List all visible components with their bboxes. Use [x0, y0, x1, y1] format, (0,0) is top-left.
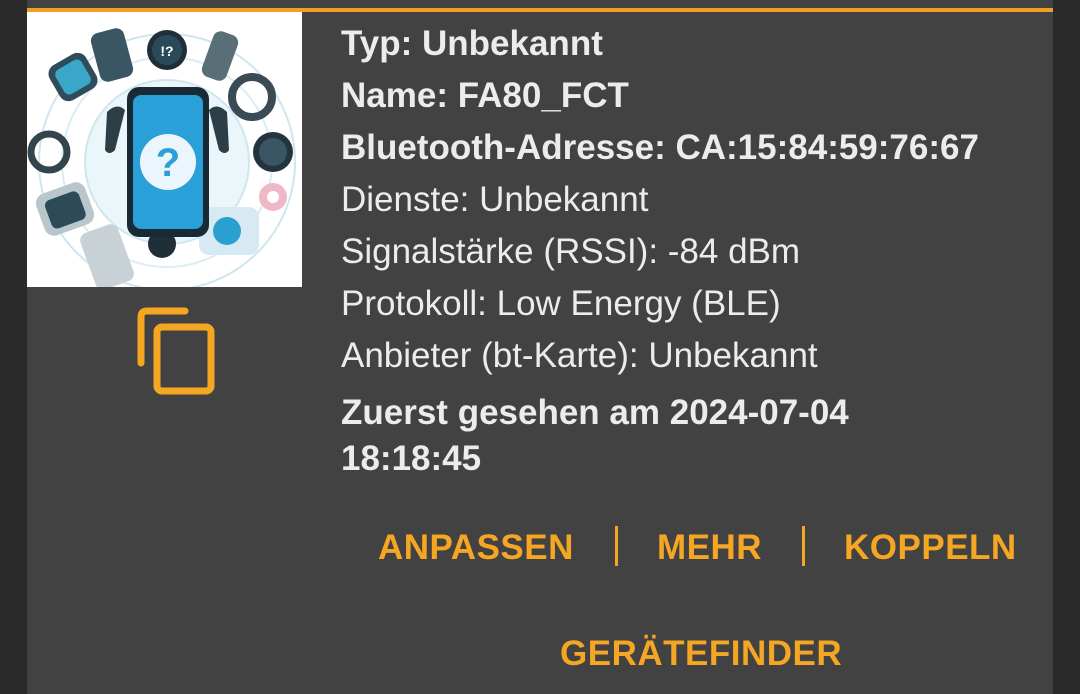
customize-button[interactable]: ANPASSEN	[378, 520, 574, 576]
action-separator	[802, 526, 805, 566]
bluetooth-address: Bluetooth-Adresse: CA:15:84:59:76:67	[341, 128, 979, 167]
device-services: Dienste: Unbekannt	[341, 180, 649, 219]
action-separator	[615, 526, 618, 566]
more-button[interactable]: MEHR	[657, 520, 762, 576]
copy-icon	[137, 307, 215, 395]
vendor: Anbieter (bt-Karte): Unbekannt	[341, 336, 818, 375]
badge-text: !?	[160, 43, 173, 59]
signal-strength: Signalstärke (RSSI): -84 dBm	[341, 232, 801, 271]
first-seen: Zuerst gesehen am 2024-07-04 18:18:45	[341, 393, 849, 478]
protocol: Protokoll: Low Energy (BLE)	[341, 284, 781, 323]
device-finder-button[interactable]: GERÄTEFINDER	[560, 626, 842, 682]
device-name: Name: FA80_FCT	[341, 76, 629, 115]
copy-button[interactable]	[135, 305, 219, 397]
svg-text:?: ?	[156, 141, 180, 185]
device-type: Typ: Unbekannt	[341, 24, 603, 63]
pair-button[interactable]: KOPPELN	[844, 520, 1017, 576]
action-bar: ANPASSEN MEHR KOPPELN	[0, 520, 1080, 576]
unknown-device-illustration: !? ?	[27, 12, 302, 287]
device-info: Typ: Unbekannt Name: FA80_FCT Bluetooth-…	[341, 18, 1041, 482]
device-image: !? ?	[27, 12, 302, 287]
